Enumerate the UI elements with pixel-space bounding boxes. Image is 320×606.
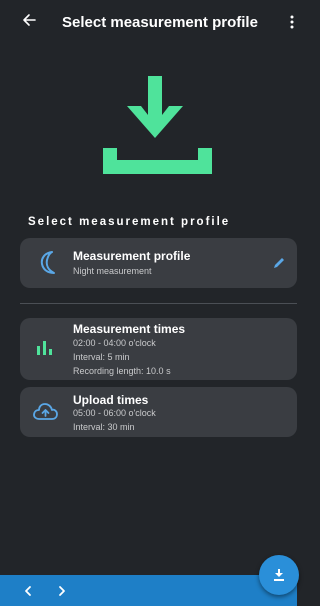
chevron-left-icon[interactable] (21, 584, 35, 598)
measurement-times-range: 02:00 - 04:00 o'clock (73, 338, 156, 348)
measurement-times-interval: Interval: 5 min (73, 352, 130, 362)
cloud-upload-icon (33, 403, 58, 420)
app-bar: Select measurement profile (0, 0, 297, 44)
bar-chart-icon (37, 341, 52, 355)
profile-card-subtitle: Night measurement (73, 266, 152, 276)
download-icon (274, 569, 284, 581)
moon-icon (40, 251, 55, 274)
upload-times-interval: Interval: 30 min (73, 422, 135, 432)
pencil-icon[interactable] (272, 256, 286, 270)
download-fab[interactable] (259, 555, 299, 595)
measurement-profile-card[interactable]: Measurement profile Night measurement (20, 238, 297, 288)
measurement-times-title: Measurement times (73, 322, 186, 336)
section-title: Select measurement profile (28, 216, 231, 228)
measurement-times-recording-length: Recording length: 10.0 s (73, 366, 171, 376)
back-button[interactable] (18, 8, 40, 32)
more-vertical-icon[interactable] (288, 14, 296, 30)
upload-times-title: Upload times (73, 393, 149, 407)
upload-times-range: 05:00 - 06:00 o'clock (73, 408, 156, 418)
arrow-left-icon (23, 14, 36, 26)
download-icon (103, 76, 212, 174)
divider (20, 303, 297, 304)
chevron-right-icon[interactable] (55, 584, 69, 598)
profile-card-title: Measurement profile (73, 249, 191, 263)
upload-times-card[interactable]: Upload times 05:00 - 06:00 o'clock Inter… (20, 387, 297, 437)
bottom-navigation-bar (0, 575, 297, 606)
page-title: Select measurement profile (62, 14, 258, 31)
measurement-times-card[interactable]: Measurement times 02:00 - 04:00 o'clock … (20, 318, 297, 380)
